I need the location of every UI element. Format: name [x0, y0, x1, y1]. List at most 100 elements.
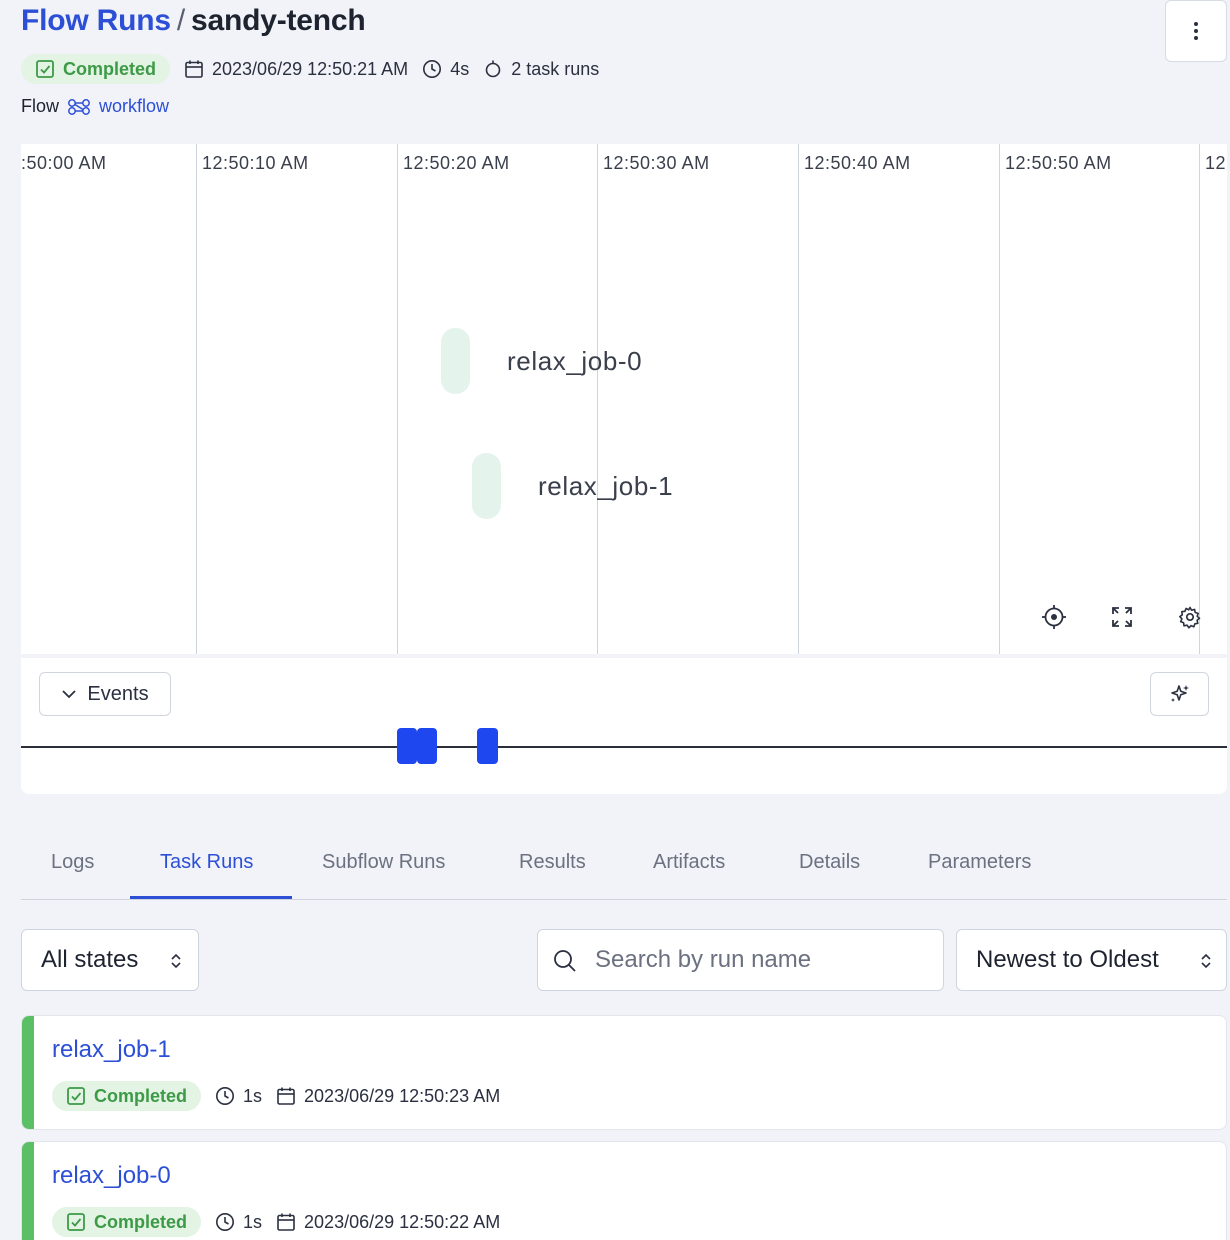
duration-value: 1s: [243, 1085, 263, 1106]
start-time: 2023/06/29 12:50:22 AM: [276, 1212, 500, 1233]
tab-details[interactable]: Details: [799, 826, 860, 899]
timeline-gridline: [196, 144, 197, 654]
breadcrumb-separator: /: [176, 4, 185, 37]
kebab-vertical-icon: [1194, 22, 1198, 40]
timeline-tick: 12:50:20 AM: [403, 153, 510, 173]
sparkle-icon: [1170, 685, 1189, 702]
tab-results[interactable]: Results: [519, 826, 586, 899]
breadcrumb-flow-runs[interactable]: Flow Runs: [21, 4, 171, 37]
flow-run-timeline[interactable]: :50:00 AM 12:50:10 AM 12:50:20 AM 12:50:…: [21, 144, 1227, 654]
ai-insights-button[interactable]: [1150, 672, 1209, 716]
sort-select[interactable]: Newest to Oldest: [956, 929, 1227, 991]
check-square-icon: [36, 60, 54, 78]
events-axis: [21, 746, 1227, 748]
state-badge: Completed: [52, 1081, 202, 1111]
duration-value: 1s: [243, 1211, 263, 1232]
active-tab-indicator: [130, 896, 292, 899]
duration: 1s: [215, 1212, 262, 1233]
timeline-tick: 12:50:10 AM: [202, 153, 309, 173]
graph-settings-button[interactable]: [1175, 602, 1205, 632]
start-time-value: 2023/06/29 12:50:21 AM: [212, 58, 409, 79]
task-runs-value: 2 task runs: [511, 58, 600, 79]
task-run-icon: [485, 60, 501, 78]
tab-task-runs[interactable]: Task Runs: [160, 826, 253, 899]
events-label: Events: [87, 682, 149, 705]
chevron-down-icon: [62, 690, 77, 699]
timeline-tick: 12: [1205, 153, 1227, 173]
timeline-tick: 12:50:40 AM: [804, 153, 911, 173]
fullscreen-button[interactable]: [1107, 602, 1137, 632]
timeline-gridline: [397, 144, 398, 654]
timeline-tick: :50:00 AM: [21, 153, 107, 173]
event-marker[interactable]: [477, 728, 498, 764]
flow-run-tabs: Logs Task Runs Subflow Runs Results Arti…: [21, 826, 1227, 900]
timeline-tick: 12:50:50 AM: [1005, 153, 1112, 173]
task-node-label[interactable]: relax_job-1: [538, 471, 673, 502]
check-square-icon: [67, 1087, 85, 1105]
task-node-label[interactable]: relax_job-0: [507, 346, 642, 377]
duration-value: 4s: [450, 58, 470, 79]
crosshair-icon: [1042, 605, 1066, 629]
events-toggle-button[interactable]: Events: [39, 672, 171, 716]
flow-label: Flow: [21, 96, 60, 116]
recenter-button[interactable]: [1039, 602, 1069, 632]
start-time: 2023/06/29 12:50:21 AM: [184, 59, 408, 80]
tab-subflow-runs[interactable]: Subflow Runs: [322, 826, 445, 899]
search-input[interactable]: [595, 944, 925, 976]
state-badge: Completed: [52, 1207, 202, 1237]
timeline-gridline: [999, 144, 1000, 654]
state-label: Completed: [94, 1085, 188, 1106]
clock-icon: [423, 60, 442, 78]
flow-run-name: sandy-tench: [191, 4, 366, 37]
event-marker[interactable]: [397, 728, 417, 764]
flow-icon: [68, 98, 90, 115]
tab-artifacts[interactable]: Artifacts: [653, 826, 725, 899]
duration: 4s: [422, 59, 469, 80]
timeline-tick: 12:50:30 AM: [603, 153, 710, 173]
tab-logs[interactable]: Logs: [51, 826, 94, 899]
task-node-relax-job-1[interactable]: [472, 453, 501, 519]
task-run-card[interactable]: relax_job-1 Completed 1s 2023/06/29 12:5…: [21, 1015, 1227, 1130]
more-menu-button[interactable]: [1165, 0, 1227, 62]
state-label: Completed: [63, 58, 157, 79]
select-chevrons-icon: [171, 953, 181, 969]
search-field[interactable]: [537, 929, 944, 991]
event-marker[interactable]: [417, 728, 437, 764]
task-runs-count: 2 task runs: [483, 59, 599, 80]
events-panel: Events: [21, 658, 1227, 794]
duration: 1s: [215, 1086, 262, 1107]
state-stripe: [22, 1142, 34, 1240]
clock-icon: [216, 1087, 235, 1105]
tab-parameters[interactable]: Parameters: [928, 826, 1031, 899]
run-meta-row: Completed 2023/06/29 12:50:21 AM 4s 2 ta…: [21, 53, 599, 85]
flow-row: Flow workflow: [21, 96, 169, 117]
start-time-value: 2023/06/29 12:50:22 AM: [304, 1211, 501, 1232]
calendar-icon: [185, 60, 203, 78]
task-run-name-link[interactable]: relax_job-1: [52, 1036, 171, 1064]
task-run-meta: Completed 1s 2023/06/29 12:50:22 AM: [52, 1207, 500, 1237]
fullscreen-icon: [1112, 607, 1132, 627]
start-time-value: 2023/06/29 12:50:23 AM: [304, 1085, 501, 1106]
task-run-name-link[interactable]: relax_job-0: [52, 1162, 171, 1190]
calendar-icon: [277, 1213, 295, 1231]
sort-value: Newest to Oldest: [976, 946, 1159, 973]
task-run-meta: Completed 1s 2023/06/29 12:50:23 AM: [52, 1081, 500, 1111]
search-icon: [554, 950, 576, 972]
select-chevrons-icon: [1201, 953, 1211, 969]
state-label: Completed: [94, 1211, 188, 1232]
task-node-relax-job-0[interactable]: [441, 328, 470, 394]
state-filter-value: All states: [41, 946, 139, 973]
flow-link[interactable]: workflow: [99, 96, 169, 117]
timeline-gridline: [597, 144, 598, 654]
clock-icon: [216, 1213, 235, 1231]
settings-gear-icon: [1179, 606, 1201, 629]
start-time: 2023/06/29 12:50:23 AM: [276, 1086, 500, 1107]
page-title: Flow Runs / sandy-tench: [21, 4, 366, 38]
state-filter-select[interactable]: All states: [21, 929, 199, 991]
timeline-gridline: [1199, 144, 1200, 654]
task-run-card[interactable]: relax_job-0 Completed 1s 2023/06/29 12:5…: [21, 1141, 1227, 1240]
state-badge: Completed: [21, 54, 171, 84]
calendar-icon: [277, 1087, 295, 1105]
check-square-icon: [67, 1213, 85, 1231]
timeline-gridline: [798, 144, 799, 654]
